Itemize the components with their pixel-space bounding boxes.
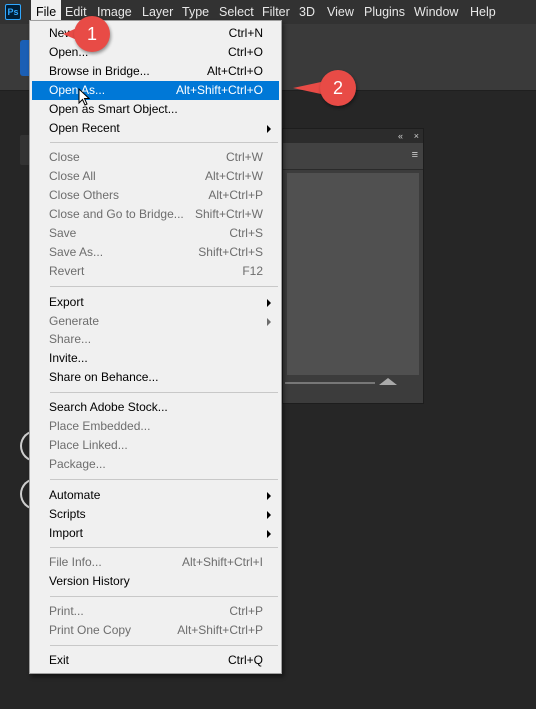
menu-item-revert[interactable]: Revert F12: [32, 262, 279, 281]
submenu-arrow-icon: [267, 511, 271, 519]
menu-item-invite[interactable]: Invite...: [32, 349, 279, 368]
menu-separator: [50, 286, 278, 287]
menu-item-close-all[interactable]: Close All Alt+Ctrl+W: [32, 167, 279, 186]
menu-view[interactable]: View: [322, 0, 359, 24]
submenu-arrow-icon: [267, 299, 271, 307]
submenu-arrow-icon: [267, 492, 271, 500]
menu-item-close-others[interactable]: Close Others Alt+Ctrl+P: [32, 186, 279, 205]
submenu-arrow-icon: [267, 530, 271, 538]
submenu-arrow-icon: [267, 318, 271, 326]
callout-pointer: [293, 82, 321, 94]
menu-item-open-as-smart-object[interactable]: Open as Smart Object...: [32, 100, 279, 119]
collapse-icon[interactable]: «: [398, 129, 403, 143]
menu-item-save[interactable]: Save Ctrl+S: [32, 224, 279, 243]
menu-item-import[interactable]: Import: [32, 524, 279, 543]
panel-tab-bar: [283, 143, 423, 170]
step-badge-2: 2: [320, 70, 356, 106]
panel-menu-icon[interactable]: ≡: [412, 149, 418, 161]
menu-item-file-info[interactable]: File Info... Alt+Shift+Ctrl+I: [32, 553, 279, 572]
menu-item-print[interactable]: Print... Ctrl+P: [32, 602, 279, 621]
panel-header: « ×: [283, 129, 423, 143]
menu-item-place-linked[interactable]: Place Linked...: [32, 436, 279, 455]
mouse-pointer-icon: [78, 88, 90, 106]
mountain-large-icon: [379, 378, 397, 385]
zoom-slider[interactable]: [285, 382, 375, 384]
menu-item-export[interactable]: Export: [32, 293, 279, 312]
menu-window[interactable]: Window: [409, 0, 463, 24]
menu-help[interactable]: Help: [465, 0, 501, 24]
menu-item-share-on-behance[interactable]: Share on Behance...: [32, 368, 279, 387]
menu-item-open[interactable]: Open... Ctrl+O: [32, 43, 279, 62]
menu-item-version-history[interactable]: Version History: [32, 572, 279, 591]
menu-separator: [50, 596, 278, 597]
menu-3d[interactable]: 3D: [294, 0, 320, 24]
menu-item-share[interactable]: Share...: [32, 330, 279, 349]
menu-separator: [50, 645, 278, 646]
menu-item-exit[interactable]: Exit Ctrl+Q: [32, 651, 279, 670]
menu-separator: [50, 547, 278, 548]
menu-item-open-as[interactable]: Open As... Alt+Shift+Ctrl+O: [32, 81, 279, 100]
menu-item-save-as[interactable]: Save As... Shift+Ctrl+S: [32, 243, 279, 262]
menu-separator: [50, 142, 278, 143]
menu-item-browse-in-bridge[interactable]: Browse in Bridge... Alt+Ctrl+O: [32, 62, 279, 81]
panel-content: [287, 173, 419, 375]
menu-item-place-embedded[interactable]: Place Embedded...: [32, 417, 279, 436]
file-menu: New... Ctrl+N Open... Ctrl+O Browse in Bri…: [29, 20, 282, 674]
menu-item-close-and-go-to-bridge[interactable]: Close and Go to Bridge... Shift+Ctrl+W: [32, 205, 279, 224]
menu-item-package[interactable]: Package...: [32, 455, 279, 474]
menu-item-print-one-copy[interactable]: Print One Copy Alt+Shift+Ctrl+P: [32, 621, 279, 640]
menu-separator: [50, 392, 278, 393]
photoshop-logo-icon: Ps: [5, 4, 21, 20]
step-badge-1: 1: [74, 16, 110, 52]
menu-item-automate[interactable]: Automate: [32, 486, 279, 505]
submenu-arrow-icon: [267, 125, 271, 133]
menu-separator: [50, 479, 278, 480]
menu-item-generate[interactable]: Generate: [32, 312, 279, 331]
menu-plugins[interactable]: Plugins: [359, 0, 410, 24]
close-icon[interactable]: ×: [414, 129, 419, 143]
menu-item-scripts[interactable]: Scripts: [32, 505, 279, 524]
menu-item-search-adobe-stock[interactable]: Search Adobe Stock...: [32, 398, 279, 417]
floating-panel: « × ≡: [282, 128, 424, 404]
menu-item-close[interactable]: Close Ctrl+W: [32, 148, 279, 167]
menu-item-open-recent[interactable]: Open Recent: [32, 119, 279, 138]
